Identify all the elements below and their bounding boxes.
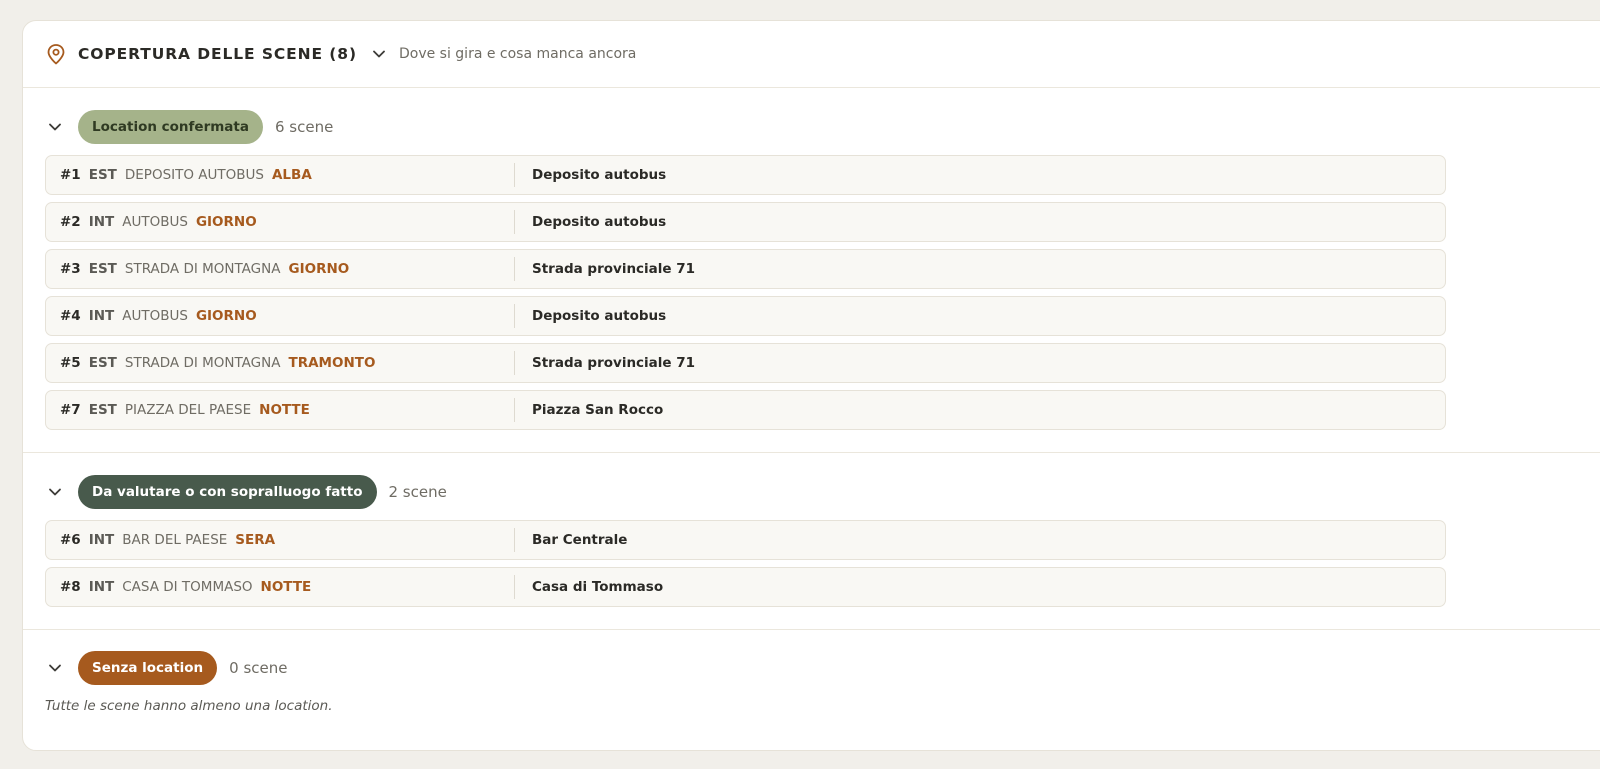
- scene-int-ext: EST: [88, 402, 117, 418]
- scene-location: Deposito autobus: [532, 308, 667, 324]
- group-no-location: Senza location 0 scene Tutte le scene ha…: [23, 630, 1600, 714]
- group-header[interactable]: Senza location 0 scene: [23, 651, 1600, 685]
- status-badge: Da valutare o con sopralluogo fatto: [78, 475, 377, 509]
- scene-time-of-day: GIORNO: [288, 261, 350, 277]
- table-row[interactable]: #1 EST DEPOSITO AUTOBUS ALBA Deposito au…: [45, 155, 1446, 195]
- scene-heading: #8 INT CASA DI TOMMASO NOTTE: [46, 575, 515, 599]
- scene-number: #4: [60, 308, 81, 324]
- scene-int-ext: EST: [88, 355, 117, 371]
- scene-count: 6 scene: [274, 118, 334, 136]
- scene-number: #6: [60, 532, 81, 548]
- scene-int-ext: EST: [88, 261, 117, 277]
- scene-number: #1: [60, 167, 81, 183]
- scene-location: Piazza San Rocco: [532, 402, 664, 418]
- scene-time-of-day: NOTTE: [259, 402, 310, 418]
- scene-place: BAR DEL PAESE: [122, 532, 228, 548]
- table-row[interactable]: #3 EST STRADA DI MONTAGNA GIORNO Strada …: [45, 249, 1446, 289]
- group-pending: Da valutare o con sopralluogo fatto 2 sc…: [23, 453, 1600, 630]
- scene-int-ext: EST: [88, 167, 117, 183]
- scene-number: #8: [60, 579, 81, 595]
- scene-location: Deposito autobus: [532, 167, 667, 183]
- scene-heading: #2 INT AUTOBUS GIORNO: [46, 210, 515, 234]
- group-confirmed: Location confermata 6 scene #1 EST DEPOS…: [23, 88, 1600, 453]
- chevron-down-icon[interactable]: [371, 46, 387, 62]
- scene-place: CASA DI TOMMASO: [122, 579, 253, 595]
- scene-list: #6 INT BAR DEL PAESE SERA Bar Centrale #…: [23, 520, 1600, 607]
- scene-heading: #5 EST STRADA DI MONTAGNA TRAMONTO: [46, 351, 515, 375]
- scene-place: AUTOBUS: [122, 308, 188, 324]
- scene-heading: #3 EST STRADA DI MONTAGNA GIORNO: [46, 257, 515, 281]
- scene-int-ext: INT: [88, 532, 115, 548]
- scene-count: 2 scene: [388, 483, 447, 501]
- map-pin-icon: [46, 43, 66, 65]
- empty-state-text: Tutte le scene hanno almeno una location…: [45, 698, 333, 714]
- table-row[interactable]: #6 INT BAR DEL PAESE SERA Bar Centrale: [45, 520, 1446, 560]
- scene-count: 0 scene: [229, 659, 288, 677]
- scene-place: PIAZZA DEL PAESE: [124, 402, 252, 418]
- scene-place: STRADA DI MONTAGNA: [124, 261, 281, 277]
- scene-number: #5: [60, 355, 81, 371]
- panel-subtitle: Dove si gira e cosa manca ancora: [398, 46, 637, 62]
- scene-number: #3: [60, 261, 81, 277]
- scene-heading: #1 EST DEPOSITO AUTOBUS ALBA: [46, 163, 515, 187]
- scene-location: Strada provinciale 71: [532, 261, 696, 277]
- table-row[interactable]: #2 INT AUTOBUS GIORNO Deposito autobus: [45, 202, 1446, 242]
- panel-header[interactable]: COPERTURA DELLE SCENE (8) Dove si gira e…: [23, 21, 1600, 88]
- scene-time-of-day: GIORNO: [195, 214, 257, 230]
- scene-time-of-day: GIORNO: [195, 308, 257, 324]
- chevron-down-icon[interactable]: [47, 484, 63, 500]
- scene-location: Deposito autobus: [532, 214, 667, 230]
- scene-number: #2: [60, 214, 81, 230]
- scene-coverage-panel: COPERTURA DELLE SCENE (8) Dove si gira e…: [22, 20, 1600, 751]
- scene-location: Casa di Tommaso: [532, 579, 664, 595]
- group-header[interactable]: Da valutare o con sopralluogo fatto 2 sc…: [23, 475, 1600, 509]
- scene-int-ext: INT: [88, 308, 115, 324]
- table-row[interactable]: #7 EST PIAZZA DEL PAESE NOTTE Piazza San…: [45, 390, 1446, 430]
- status-badge: Senza location: [78, 651, 218, 685]
- status-badge: Location confermata: [78, 110, 263, 144]
- chevron-down-icon[interactable]: [47, 660, 63, 676]
- group-header[interactable]: Location confermata 6 scene: [23, 110, 1600, 144]
- scene-heading: #6 INT BAR DEL PAESE SERA: [46, 528, 515, 552]
- scene-place: STRADA DI MONTAGNA: [124, 355, 281, 371]
- scene-location: Bar Centrale: [532, 532, 628, 548]
- scene-number: #7: [60, 402, 81, 418]
- scene-place: AUTOBUS: [122, 214, 188, 230]
- scene-list: #1 EST DEPOSITO AUTOBUS ALBA Deposito au…: [23, 155, 1600, 430]
- scene-time-of-day: SERA: [235, 532, 276, 548]
- scene-int-ext: INT: [88, 214, 115, 230]
- panel-title: COPERTURA DELLE SCENE (8): [78, 45, 357, 63]
- scene-place: DEPOSITO AUTOBUS: [124, 167, 264, 183]
- scene-time-of-day: ALBA: [271, 167, 312, 183]
- scene-time-of-day: NOTTE: [260, 579, 312, 595]
- scene-int-ext: INT: [88, 579, 115, 595]
- chevron-down-icon[interactable]: [47, 119, 63, 135]
- scene-time-of-day: TRAMONTO: [288, 355, 376, 371]
- table-row[interactable]: #8 INT CASA DI TOMMASO NOTTE Casa di Tom…: [45, 567, 1446, 607]
- table-row[interactable]: #4 INT AUTOBUS GIORNO Deposito autobus: [45, 296, 1446, 336]
- scene-location: Strada provinciale 71: [532, 355, 696, 371]
- scene-heading: #4 INT AUTOBUS GIORNO: [46, 304, 515, 328]
- scene-heading: #7 EST PIAZZA DEL PAESE NOTTE: [46, 398, 515, 422]
- table-row[interactable]: #5 EST STRADA DI MONTAGNA TRAMONTO Strad…: [45, 343, 1446, 383]
